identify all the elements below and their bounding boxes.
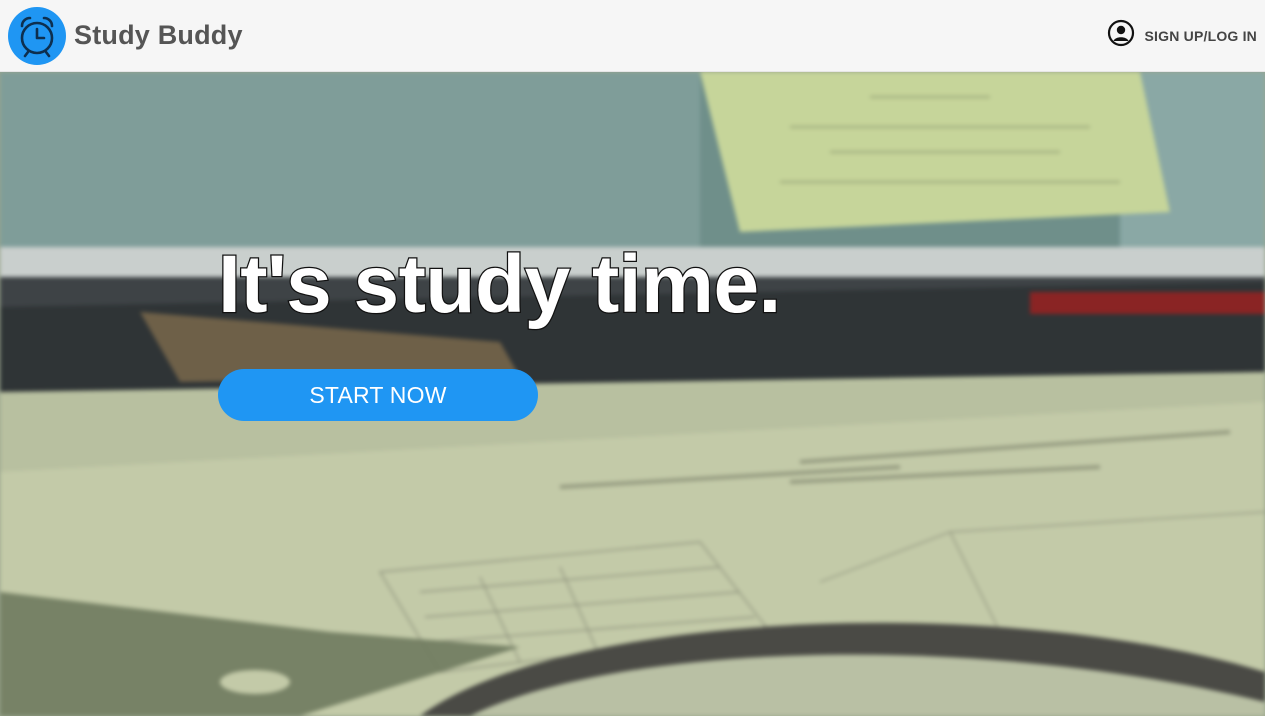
top-navbar: Study Buddy SIGN UP/LOG IN (0, 0, 1265, 72)
hero-background-image (0, 72, 1265, 716)
brand-name: Study Buddy (74, 20, 243, 50)
sign-up-login-link[interactable]: SIGN UP/LOG IN (1107, 19, 1257, 52)
hero-headline: It's study time. (217, 239, 783, 330)
hero-section: It's study time. START NOW (0, 72, 1265, 716)
start-now-button[interactable]: START NOW (218, 369, 538, 421)
user-icon (1107, 19, 1135, 52)
sign-up-login-label: SIGN UP/LOG IN (1144, 27, 1257, 44)
alarm-clock-icon (8, 6, 66, 65)
brand-link[interactable]: Study Buddy (8, 6, 243, 65)
